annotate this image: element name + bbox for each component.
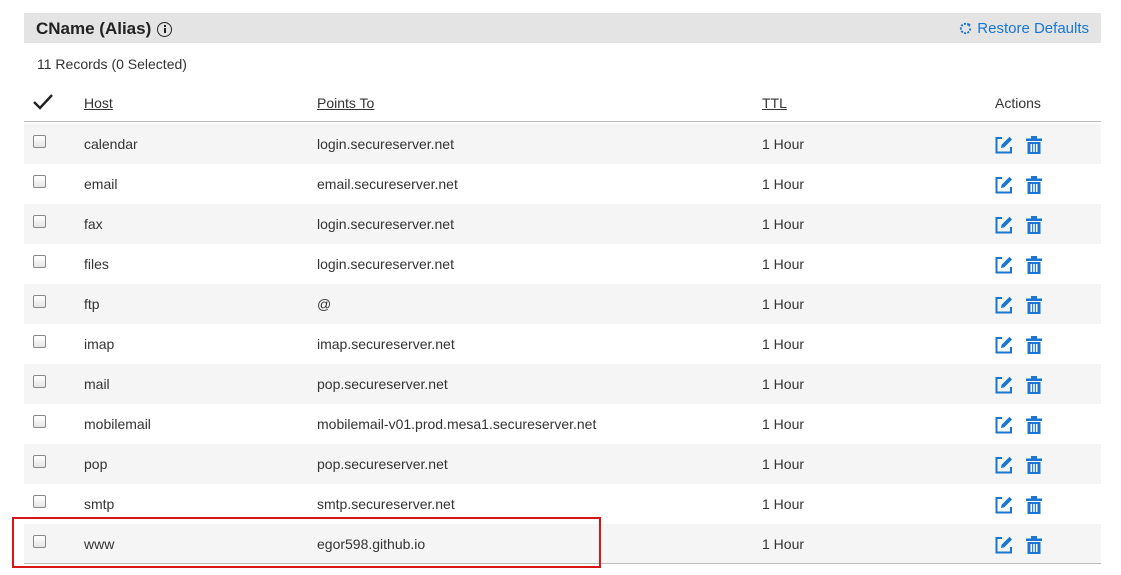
trash-icon[interactable] (1025, 295, 1043, 315)
ttl-cell: 1 Hour (762, 296, 805, 312)
host-cell: smtp (84, 496, 115, 512)
trash-icon[interactable] (1025, 495, 1043, 515)
trash-icon[interactable] (1025, 135, 1043, 155)
edit-icon[interactable] (994, 495, 1014, 515)
points-to-cell: mobilemail-v01.prod.mesa1.secureserver.n… (317, 416, 597, 432)
checkmark-icon[interactable] (32, 93, 54, 111)
edit-icon[interactable] (994, 175, 1014, 195)
trash-icon[interactable] (1025, 375, 1043, 395)
trash-icon[interactable] (1025, 175, 1043, 195)
points-to-cell: @ (317, 296, 332, 312)
host-cell: mobilemail (84, 416, 151, 432)
points-to-cell: imap.secureserver.net (317, 336, 455, 352)
table-row: files login.secureserver.net 1 Hour (24, 244, 1101, 284)
info-icon[interactable] (157, 21, 173, 37)
edit-icon[interactable] (994, 215, 1014, 235)
ttl-cell: 1 Hour (762, 536, 805, 552)
table-row: calendar login.secureserver.net 1 Hour (24, 124, 1101, 164)
host-cell: fax (84, 216, 103, 232)
edit-icon[interactable] (994, 455, 1014, 475)
column-header-points-to[interactable]: Points To (317, 95, 374, 111)
host-cell: email (84, 176, 118, 192)
edit-icon[interactable] (994, 335, 1014, 355)
edit-icon[interactable] (994, 415, 1014, 435)
table-row: pop pop.secureserver.net 1 Hour (24, 444, 1101, 484)
edit-icon[interactable] (994, 295, 1014, 315)
row-checkbox[interactable] (33, 415, 46, 428)
section-title: CName (Alias) (36, 19, 173, 39)
points-to-cell: smtp.secureserver.net (317, 496, 455, 512)
edit-icon[interactable] (994, 135, 1014, 155)
table-row: email email.secureserver.net 1 Hour (24, 164, 1101, 204)
trash-icon[interactable] (1025, 415, 1043, 435)
ttl-cell: 1 Hour (762, 256, 805, 272)
refresh-icon (960, 22, 972, 35)
column-header-actions: Actions (995, 95, 1041, 111)
ttl-cell: 1 Hour (762, 176, 805, 192)
table-row: imap imap.secureserver.net 1 Hour (24, 324, 1101, 364)
host-cell: ftp (84, 296, 100, 312)
table-row: mobilemail mobilemail-v01.prod.mesa1.sec… (24, 404, 1101, 444)
section-title-text: CName (Alias) (36, 19, 152, 38)
ttl-cell: 1 Hour (762, 216, 805, 232)
edit-icon[interactable] (994, 535, 1014, 555)
trash-icon[interactable] (1025, 255, 1043, 275)
trash-icon[interactable] (1025, 335, 1043, 355)
row-checkbox[interactable] (33, 375, 46, 388)
row-checkbox[interactable] (33, 455, 46, 468)
trash-icon[interactable] (1025, 455, 1043, 475)
row-checkbox[interactable] (33, 135, 46, 148)
ttl-cell: 1 Hour (762, 376, 805, 392)
records-count: 11 Records (0 Selected) (37, 56, 187, 72)
points-to-cell: login.secureserver.net (317, 256, 454, 272)
row-checkbox[interactable] (33, 255, 46, 268)
column-header-host[interactable]: Host (84, 95, 113, 111)
highlight-box (12, 517, 601, 568)
points-to-cell: login.secureserver.net (317, 136, 454, 152)
edit-icon[interactable] (994, 255, 1014, 275)
ttl-cell: 1 Hour (762, 456, 805, 472)
restore-defaults-label: Restore Defaults (977, 20, 1089, 37)
host-cell: pop (84, 456, 108, 472)
row-checkbox[interactable] (33, 335, 46, 348)
column-header-ttl[interactable]: TTL (762, 95, 787, 111)
points-to-cell: email.secureserver.net (317, 176, 458, 192)
row-checkbox[interactable] (33, 295, 46, 308)
table-row: mail pop.secureserver.net 1 Hour (24, 364, 1101, 404)
ttl-cell: 1 Hour (762, 336, 805, 352)
row-checkbox[interactable] (33, 175, 46, 188)
table-row: ftp @ 1 Hour (24, 284, 1101, 324)
restore-defaults-link[interactable]: Restore Defaults (958, 20, 1089, 37)
points-to-cell: pop.secureserver.net (317, 376, 448, 392)
host-cell: mail (84, 376, 110, 392)
host-cell: calendar (84, 136, 138, 152)
ttl-cell: 1 Hour (762, 496, 805, 512)
points-to-cell: login.secureserver.net (317, 216, 454, 232)
points-to-cell: pop.secureserver.net (317, 456, 448, 472)
table-row: fax login.secureserver.net 1 Hour (24, 204, 1101, 244)
trash-icon[interactable] (1025, 215, 1043, 235)
host-cell: files (84, 256, 109, 272)
header-divider (24, 121, 1101, 122)
row-checkbox[interactable] (33, 215, 46, 228)
host-cell: imap (84, 336, 115, 352)
ttl-cell: 1 Hour (762, 416, 805, 432)
row-checkbox[interactable] (33, 495, 46, 508)
trash-icon[interactable] (1025, 535, 1043, 555)
ttl-cell: 1 Hour (762, 136, 805, 152)
section-header: CName (Alias) Restore Defaults (24, 13, 1101, 43)
edit-icon[interactable] (994, 375, 1014, 395)
